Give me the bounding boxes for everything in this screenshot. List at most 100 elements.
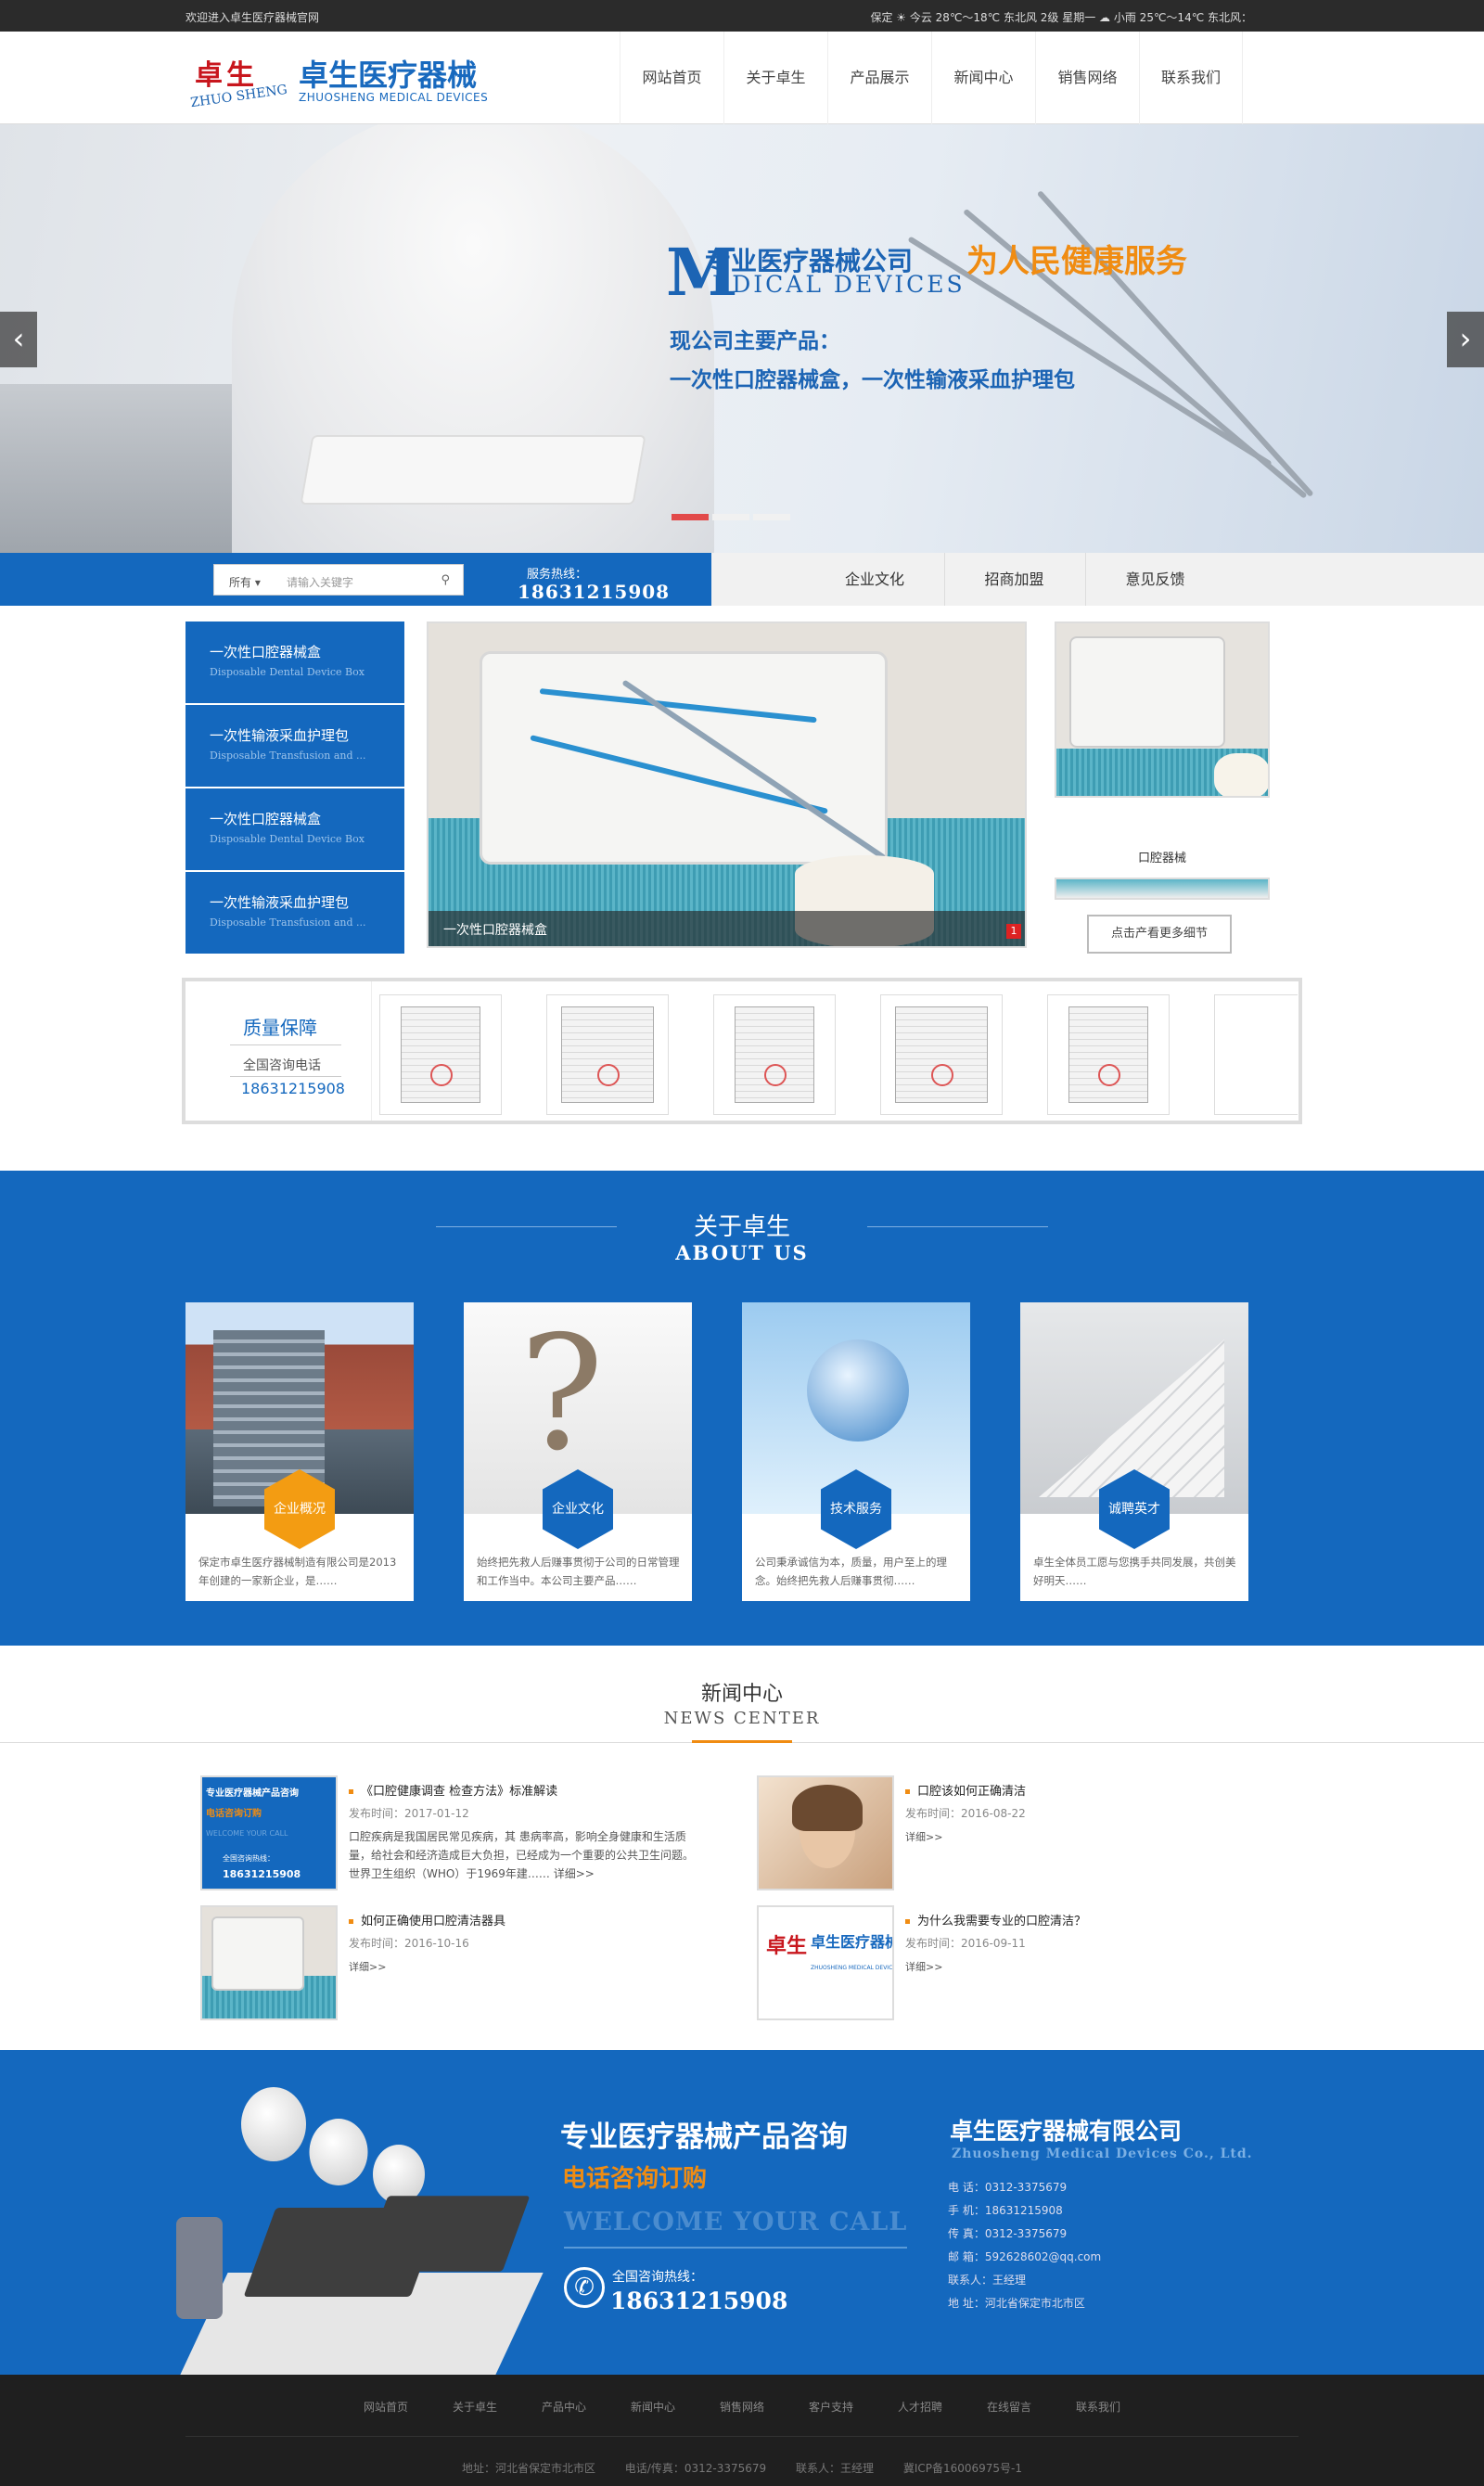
divider [230, 1076, 341, 1077]
news-title: 新闻中心 [700, 1683, 783, 1706]
news-title[interactable]: 口腔该如何正确清洁 [905, 1781, 1026, 1799]
footer-link-home[interactable]: 网站首页 [341, 2399, 430, 2415]
footer-link-products[interactable]: 产品中心 [519, 2399, 608, 2415]
news-summary: 口腔疾病是我国居民常见疾病，其 患病率高，影响全身健康和生活质量，给社会和经济造… [349, 1830, 695, 1880]
search-panel: 所有 ▾ 请输入关键字 ⚲ 服务热线： 18631215908 [0, 553, 711, 606]
product-category-item[interactable]: 一次性输液采血护理包 Disposable Transfusion and ..… [186, 705, 404, 787]
ad-line5: 18631215908 [223, 1868, 301, 1880]
divider [186, 2436, 1298, 2437]
search-icon[interactable]: ⚲ [441, 573, 450, 587]
product-slide-index[interactable]: 1 [1006, 924, 1021, 939]
thumb-tray [211, 1916, 304, 1991]
headset-figure [309, 2119, 368, 2185]
category-en: Disposable Transfusion and ... [210, 750, 366, 762]
banner-dot[interactable] [753, 514, 790, 520]
site-header: 卓生 ZHUO SHENG 卓生医疗器械 ZHUOSHENG MEDICAL D… [0, 32, 1484, 124]
product-category-item[interactable]: 一次性口腔器械盒 Disposable Dental Device Box [186, 622, 404, 703]
more-details-button[interactable]: 点击产看更多细节 [1087, 915, 1232, 954]
logo-link[interactable]: 卓生 ZHUO SHENG 卓生医疗器械 ZHUOSHENG MEDICAL D… [0, 32, 519, 124]
category-cn: 一次性输液采血护理包 [210, 727, 350, 744]
product-main-image[interactable]: 一次性口腔器械盒 1 [427, 622, 1027, 948]
certificate-stamp [597, 1064, 620, 1086]
nav-news[interactable]: 新闻中心 [931, 32, 1035, 124]
company-name-en: Zhuosheng Medical Devices Co., Ltd. [952, 2146, 1253, 2161]
certificate-strip [371, 981, 1298, 1121]
weather-widget[interactable]: 保定 ☀ 今云 28℃～18℃ 东北风 2级 星期一 ☁ 小雨 25℃～14℃ … [870, 9, 1252, 25]
contact-order-text: 电话咨询订购 [562, 2165, 708, 2193]
category-en: Disposable Transfusion and ... [210, 916, 366, 929]
about-subtitle: ABOUT US [675, 1241, 809, 1264]
ad-line4: 全国咨询热线： [223, 1854, 275, 1863]
certificate-image[interactable] [713, 994, 836, 1115]
laptop-shape [360, 2196, 531, 2272]
link-franchise[interactable]: 招商加盟 [944, 553, 1083, 606]
info-address: 地 址：河北省保定市北市区 [948, 2297, 1085, 2310]
nav-home[interactable]: 网站首页 [620, 32, 723, 124]
product-category-item[interactable]: 一次性口腔器械盒 Disposable Dental Device Box [186, 788, 404, 870]
about-card-tech[interactable]: 技术服务 公司秉承诚信为本，质量，用户至上的理念。始终把先救人后赚事贯彻…… [742, 1302, 970, 1601]
news-title-accent [692, 1740, 792, 1743]
news-item[interactable]: 卓生 卓生医疗器械 ZHUOSHENG MEDICAL DEVICES 为什么我… [757, 1905, 1443, 2028]
contact-welcome: WELCOME YOUR CALL [564, 2208, 908, 2236]
product-thumbnail-2[interactable] [1055, 878, 1270, 900]
certificate-doc [895, 1006, 988, 1103]
footer-link-news[interactable]: 新闻中心 [608, 2399, 697, 2415]
footer-link-about[interactable]: 关于卓生 [430, 2399, 519, 2415]
main-nav: 网站首页 关于卓生 产品展示 新闻中心 销售网络 联系我们 [620, 32, 1243, 124]
certificate-image[interactable] [880, 994, 1003, 1115]
logo-subtitle: ZHUOSHENG MEDICAL DEVICES [299, 91, 489, 104]
logo-title: 卓生医疗器械 [299, 58, 478, 93]
news-title[interactable]: 如何正确使用口腔清洁器具 [349, 1911, 505, 1929]
certificate-image[interactable] [1214, 994, 1298, 1115]
news-title[interactable]: 为什么我需要专业的口腔清洁？ [905, 1911, 1086, 1929]
news-thumbnail-ad: 专业医疗器械产品咨询 电话咨询订购 WELCOME YOUR CALL 全国咨询… [200, 1775, 338, 1890]
footer-link-jobs[interactable]: 人才招聘 [876, 2399, 965, 2415]
search-input[interactable]: 请输入关键字 [287, 574, 353, 590]
news-more-link[interactable]: 详细>> [349, 1959, 386, 1974]
about-title: 关于卓生 [693, 1213, 790, 1241]
news-date: 发布时间：2016-08-22 [905, 1807, 1026, 1820]
footer-link-message[interactable]: 在线留言 [965, 2399, 1054, 2415]
footer-icp[interactable]: 冀ICP备16006975号-1 [903, 2462, 1022, 2475]
about-card-culture[interactable]: ? 企业文化 始终把先救人后赚事贯彻于公司的日常管理和工作当中。本公司主要产品…… [464, 1302, 692, 1601]
certificate-image[interactable] [1047, 994, 1170, 1115]
product-thumbnail[interactable] [1055, 622, 1270, 798]
nav-about[interactable]: 关于卓生 [723, 32, 827, 124]
about-card-desc: 公司秉承诚信为本，质量，用户至上的理念。始终把先救人后赚事贯彻…… [755, 1556, 947, 1587]
globe-icon [807, 1339, 909, 1442]
quality-assurance: 质量保障 全国咨询电话 18631215908 [182, 978, 1302, 1124]
footer-link-sales[interactable]: 销售网络 [697, 2399, 787, 2415]
info-email[interactable]: 邮 箱：592628602@qq.com [948, 2246, 1101, 2269]
news-subtitle: NEWS CENTER [663, 1709, 821, 1728]
footer-link-contact[interactable]: 联系我们 [1054, 2399, 1143, 2415]
news-more-link[interactable]: 详细>> [905, 1959, 942, 1974]
category-en: Disposable Dental Device Box [210, 666, 365, 678]
banner-dot-active[interactable] [672, 514, 709, 520]
contact-hotline: 18631215908 [610, 2287, 788, 2314]
about-card-careers[interactable]: 诚聘英才 卓生全体员工愿与您携手共同发展，共创美好明天…… [1020, 1302, 1248, 1601]
nav-sales[interactable]: 销售网络 [1035, 32, 1139, 124]
nav-contact[interactable]: 联系我们 [1139, 32, 1243, 124]
certificate-image[interactable] [379, 994, 502, 1115]
banner-dot[interactable] [712, 514, 749, 520]
link-culture[interactable]: 企业文化 [805, 553, 944, 606]
banner-prev-arrow[interactable]: ‹ [0, 312, 37, 367]
about-card-overview[interactable]: 企业概况 保定市卓生医疗器械制造有限公司是2013年创建的一家新企业，是…… [186, 1302, 414, 1601]
news-item[interactable]: 口腔该如何正确清洁 发布时间：2016-08-22 详细>> [757, 1775, 1443, 1898]
certificate-doc [1068, 1006, 1148, 1103]
search-bar: 所有 ▾ 请输入关键字 ⚲ 服务热线： 18631215908 企业文化 招商加… [0, 553, 1484, 606]
about-card-desc: 卓生全体员工愿与您携手共同发展，共创美好明天…… [1033, 1556, 1236, 1587]
news-more-link[interactable]: 详细>> [905, 1829, 942, 1844]
footer-contact: 联系人：王经理 [795, 2462, 874, 2475]
news-title[interactable]: 《口腔健康调查 检查方法》标准解读 [349, 1781, 557, 1799]
search-scope-select[interactable]: 所有 ▾ [229, 574, 261, 590]
product-category-item[interactable]: 一次性输液采血护理包 Disposable Transfusion and ..… [186, 872, 404, 954]
certificate-stamp [1098, 1064, 1120, 1086]
banner-products-label: 现公司主要产品： [670, 329, 840, 353]
link-feedback[interactable]: 意见反馈 [1085, 553, 1224, 606]
certificate-image[interactable] [546, 994, 669, 1115]
nav-products[interactable]: 产品展示 [827, 32, 931, 124]
banner-next-arrow[interactable]: › [1447, 312, 1484, 367]
contact-banner: 专业医疗器械产品咨询 电话咨询订购 WELCOME YOUR CALL ✆ 全国… [0, 2050, 1484, 2375]
footer-link-support[interactable]: 客户支持 [787, 2399, 876, 2415]
